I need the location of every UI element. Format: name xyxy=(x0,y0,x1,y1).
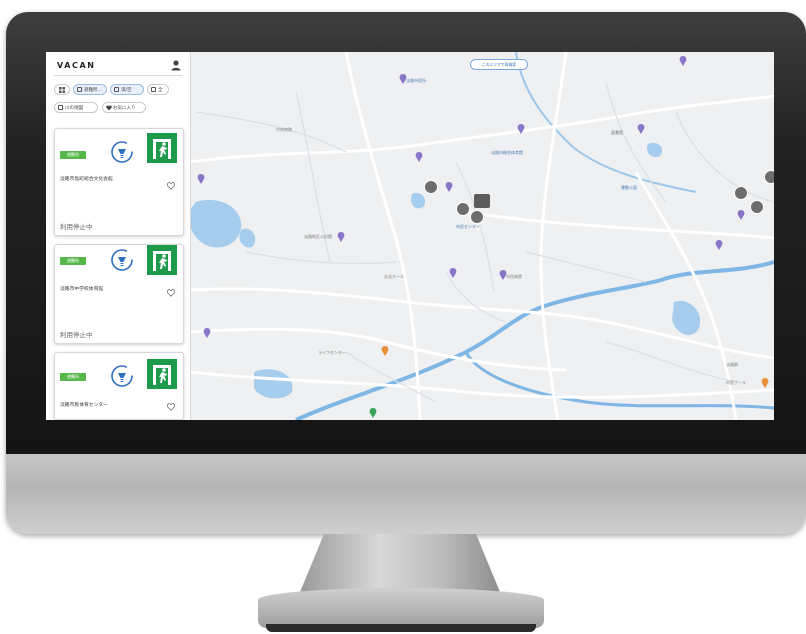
map-pin-icon[interactable] xyxy=(368,408,378,418)
monitor-chin xyxy=(6,454,806,534)
heart-icon xyxy=(106,105,112,111)
map-icon xyxy=(58,105,63,110)
favorite-heart-icon[interactable] xyxy=(167,182,175,190)
bulb-icon xyxy=(111,141,133,163)
map-label: 市民プール xyxy=(726,380,746,385)
emergency-exit-icon xyxy=(147,245,177,275)
status-badge: 避難所 xyxy=(60,373,86,381)
shelter-card[interactable]: 避難所 淡路市民体育センター xyxy=(54,352,184,420)
map-pin-icon[interactable] xyxy=(444,182,454,192)
bulb-icon xyxy=(111,365,133,387)
shelter-marker[interactable] xyxy=(750,200,764,214)
map-label: 市民センター xyxy=(456,224,480,229)
emergency-exit-icon xyxy=(147,359,177,389)
map-pin-icon[interactable] xyxy=(760,378,770,388)
map-pin-icon[interactable] xyxy=(336,232,346,242)
logo: VACAN xyxy=(57,61,96,70)
chip-label: お気に入り xyxy=(113,106,136,111)
map-label: 市民病院 xyxy=(506,274,522,279)
monitor-base-edge xyxy=(266,624,536,632)
monitor-stand-neck xyxy=(300,534,500,592)
map-label: 中央病院 xyxy=(276,127,292,132)
list-icon xyxy=(151,87,156,92)
availability-chip[interactable]: 満/空 xyxy=(110,84,144,95)
map-pin-icon[interactable] xyxy=(498,270,508,280)
chip-label: 満/空 xyxy=(121,88,132,93)
all-chip[interactable]: 全 xyxy=(147,84,169,95)
availability-status: 利用停止中 xyxy=(60,331,93,339)
grid-filter-chip[interactable] xyxy=(54,84,70,95)
shelter-card[interactable]: 避難所 淡路市島町総合文化会館 利用停止中 xyxy=(54,128,184,236)
map-pin-icon[interactable] xyxy=(636,124,646,134)
chip-label: 川の地図 xyxy=(65,106,83,111)
search-area-button[interactable]: このエリアで再検索 xyxy=(470,59,528,70)
map-label: 文化ホール xyxy=(384,274,404,279)
map-pin-icon[interactable] xyxy=(516,124,526,134)
map-pin-icon[interactable] xyxy=(398,74,408,84)
chip-label: 避難所... xyxy=(84,88,102,93)
shelter-name: 淡路市民体育センター xyxy=(60,403,108,408)
status-badge: 避難所 xyxy=(60,151,86,159)
map-pin-icon[interactable] xyxy=(196,174,206,184)
map-pin-icon[interactable] xyxy=(714,240,724,250)
chip-label: 全 xyxy=(158,88,163,93)
map-label: 淡路駅 xyxy=(726,362,738,367)
shelter-name: 淡路市島町総合文化会館 xyxy=(60,177,113,182)
map-pin-icon[interactable] xyxy=(414,152,424,162)
map-label: 運動公園 xyxy=(621,185,637,190)
map-label: 淡路地区公民館 xyxy=(304,234,332,239)
map-label: 淡路市役所 xyxy=(406,78,426,83)
shelter-marker[interactable] xyxy=(734,186,748,200)
shelter-type-chip[interactable]: 避難所... xyxy=(73,84,107,95)
map-pin-icon[interactable] xyxy=(736,210,746,220)
monitor-stand-base xyxy=(258,588,544,628)
availability-status: 利用停止中 xyxy=(60,223,93,231)
shelter-marker[interactable] xyxy=(424,180,438,194)
map-label: 淡路市総合体育館 xyxy=(491,150,523,155)
shelter-name: 淡路市中学校体育館 xyxy=(60,287,104,292)
shelter-marker[interactable] xyxy=(764,170,774,184)
shelter-card[interactable]: 避難所 淡路市中学校体育館 利用停止中 xyxy=(54,244,184,344)
river-map-chip[interactable]: 川の地図 xyxy=(54,102,98,113)
status-icon xyxy=(114,87,119,92)
shelter-marker[interactable] xyxy=(474,194,490,208)
emergency-exit-icon xyxy=(147,133,177,163)
sidebar: VACAN 避難所... 満/空 全 川の地図 お気に入り 避難所 淡路市島町総… xyxy=(46,52,191,420)
favorite-heart-icon[interactable] xyxy=(167,289,175,297)
screen: このエリアで再検索 淡路市役所 淡路市総合体育館 中央病院 市民センター 図書館… xyxy=(46,52,774,420)
bulb-icon xyxy=(111,249,133,271)
map-pin-icon[interactable] xyxy=(678,56,688,66)
favorite-heart-icon[interactable] xyxy=(167,403,175,411)
favorites-chip[interactable]: お気に入り xyxy=(102,102,146,113)
status-badge: 避難所 xyxy=(60,257,86,265)
map-label: ライフセンター xyxy=(318,350,346,355)
filter-icon xyxy=(77,87,82,92)
map-pin-icon[interactable] xyxy=(380,346,390,356)
shelter-marker[interactable] xyxy=(470,210,484,224)
divider xyxy=(54,75,182,76)
grid-icon xyxy=(59,87,65,93)
map-label: 図書館 xyxy=(611,130,623,135)
map-pin-icon[interactable] xyxy=(448,268,458,278)
shelter-marker[interactable] xyxy=(456,202,470,216)
map-pin-icon[interactable] xyxy=(202,328,212,338)
user-icon[interactable] xyxy=(170,59,182,71)
